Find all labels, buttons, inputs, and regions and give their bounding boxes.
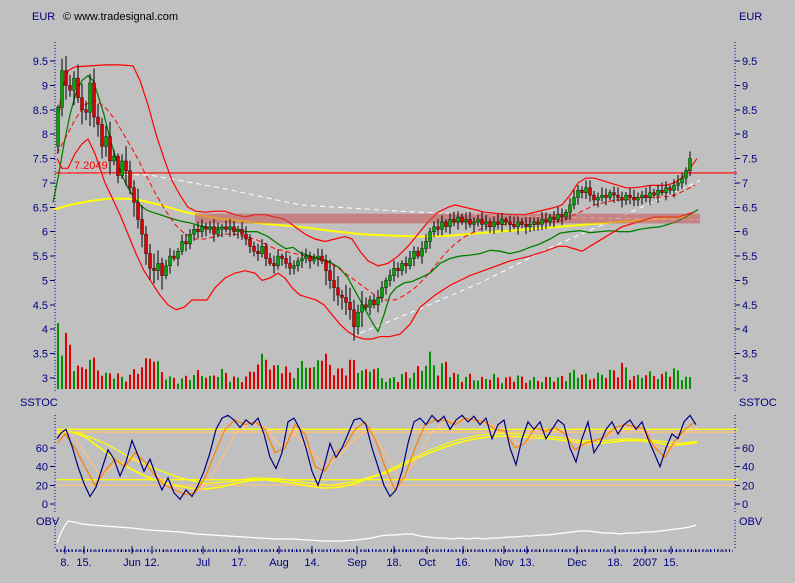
volume-bars [57, 323, 691, 389]
stoch-tick-label: 40 [36, 462, 48, 474]
date-tick-label: 18. [386, 557, 401, 569]
price-tick-label: 5.5 [742, 251, 757, 263]
price-tick-label: 5 [42, 275, 48, 287]
price-tick-label: 8 [42, 129, 48, 141]
stoch-panel [56, 414, 738, 501]
stoch-tick-label: 20 [36, 480, 48, 492]
stoch-tick-label: 0 [42, 499, 48, 511]
obv-panel [56, 520, 697, 544]
price-tick-label: 6.5 [33, 202, 48, 214]
price-tick-label: 4 [742, 324, 748, 336]
date-tick-label: 2007 [633, 557, 657, 569]
price-tick-label: 5.5 [33, 251, 48, 263]
stoch-tick-label: 60 [36, 443, 48, 455]
date-tick-label: Jun [123, 557, 141, 569]
price-tick-label: 7 [742, 178, 748, 190]
date-tick-label: 8. [60, 557, 69, 569]
price-tick-label: 8.5 [33, 105, 48, 117]
stoch-tick-label: 60 [742, 443, 754, 455]
date-tick-label: Aug [269, 557, 289, 569]
price-tick-label: 6 [742, 227, 748, 239]
price-tick-label: 4.5 [742, 300, 757, 312]
date-tick-label: 15. [76, 557, 91, 569]
price-tick-label: 7 [42, 178, 48, 190]
price-tick-label: 5 [742, 275, 748, 287]
price-tick-label: 9.5 [33, 56, 48, 68]
date-tick-label: 13. [519, 557, 534, 569]
date-tick-label: Oct [418, 557, 435, 569]
obv-line [56, 520, 697, 544]
date-tick-label: 16. [455, 557, 470, 569]
date-tick-label: 17. [231, 557, 246, 569]
price-tick-label: 4.5 [33, 300, 48, 312]
price-tick-label: 3 [742, 373, 748, 385]
price-tick-label: 7.5 [742, 154, 757, 166]
price-tick-label: 9 [42, 80, 48, 92]
candlesticks [56, 55, 692, 341]
stoch-tick-label: 0 [742, 499, 748, 511]
price-tick-label: 6.5 [742, 202, 757, 214]
price-tick-label: 3.5 [33, 349, 48, 361]
price-tick-label: 4 [42, 324, 48, 336]
date-tick-label: 15. [663, 557, 678, 569]
chart-canvas[interactable]: 9.5 9.5 9 9 8.5 8.5 8 8 7.5 7.5 7 7 6.5 6.5 6 6 5.5 5.5 5 5… [0, 0, 795, 583]
price-tick-label: 9 [742, 80, 748, 92]
price-tick-label: 3 [42, 373, 48, 385]
date-tick-label: Dec [567, 557, 587, 569]
price-tick-label: 7.5 [33, 154, 48, 166]
date-tick-label: Sep [347, 557, 367, 569]
date-tick-label: Jul [196, 557, 210, 569]
price-tick-label: 6 [42, 227, 48, 239]
trading-chart-window: EUR © www.tradesignal.com EUR SSTOC SSTO… [0, 0, 795, 583]
date-tick-label: 14. [304, 557, 319, 569]
price-tick-label: 8.5 [742, 105, 757, 117]
price-tick-label: 8 [742, 129, 748, 141]
date-tick-label: Nov [494, 557, 514, 569]
price-tick-label: 9.5 [742, 56, 757, 68]
stoch-tick-label: 20 [742, 480, 754, 492]
date-tick-label: 18. [607, 557, 622, 569]
price-tick-label: 3.5 [742, 349, 757, 361]
date-tick-label: 12. [144, 557, 159, 569]
stoch-tick-label: 40 [742, 462, 754, 474]
